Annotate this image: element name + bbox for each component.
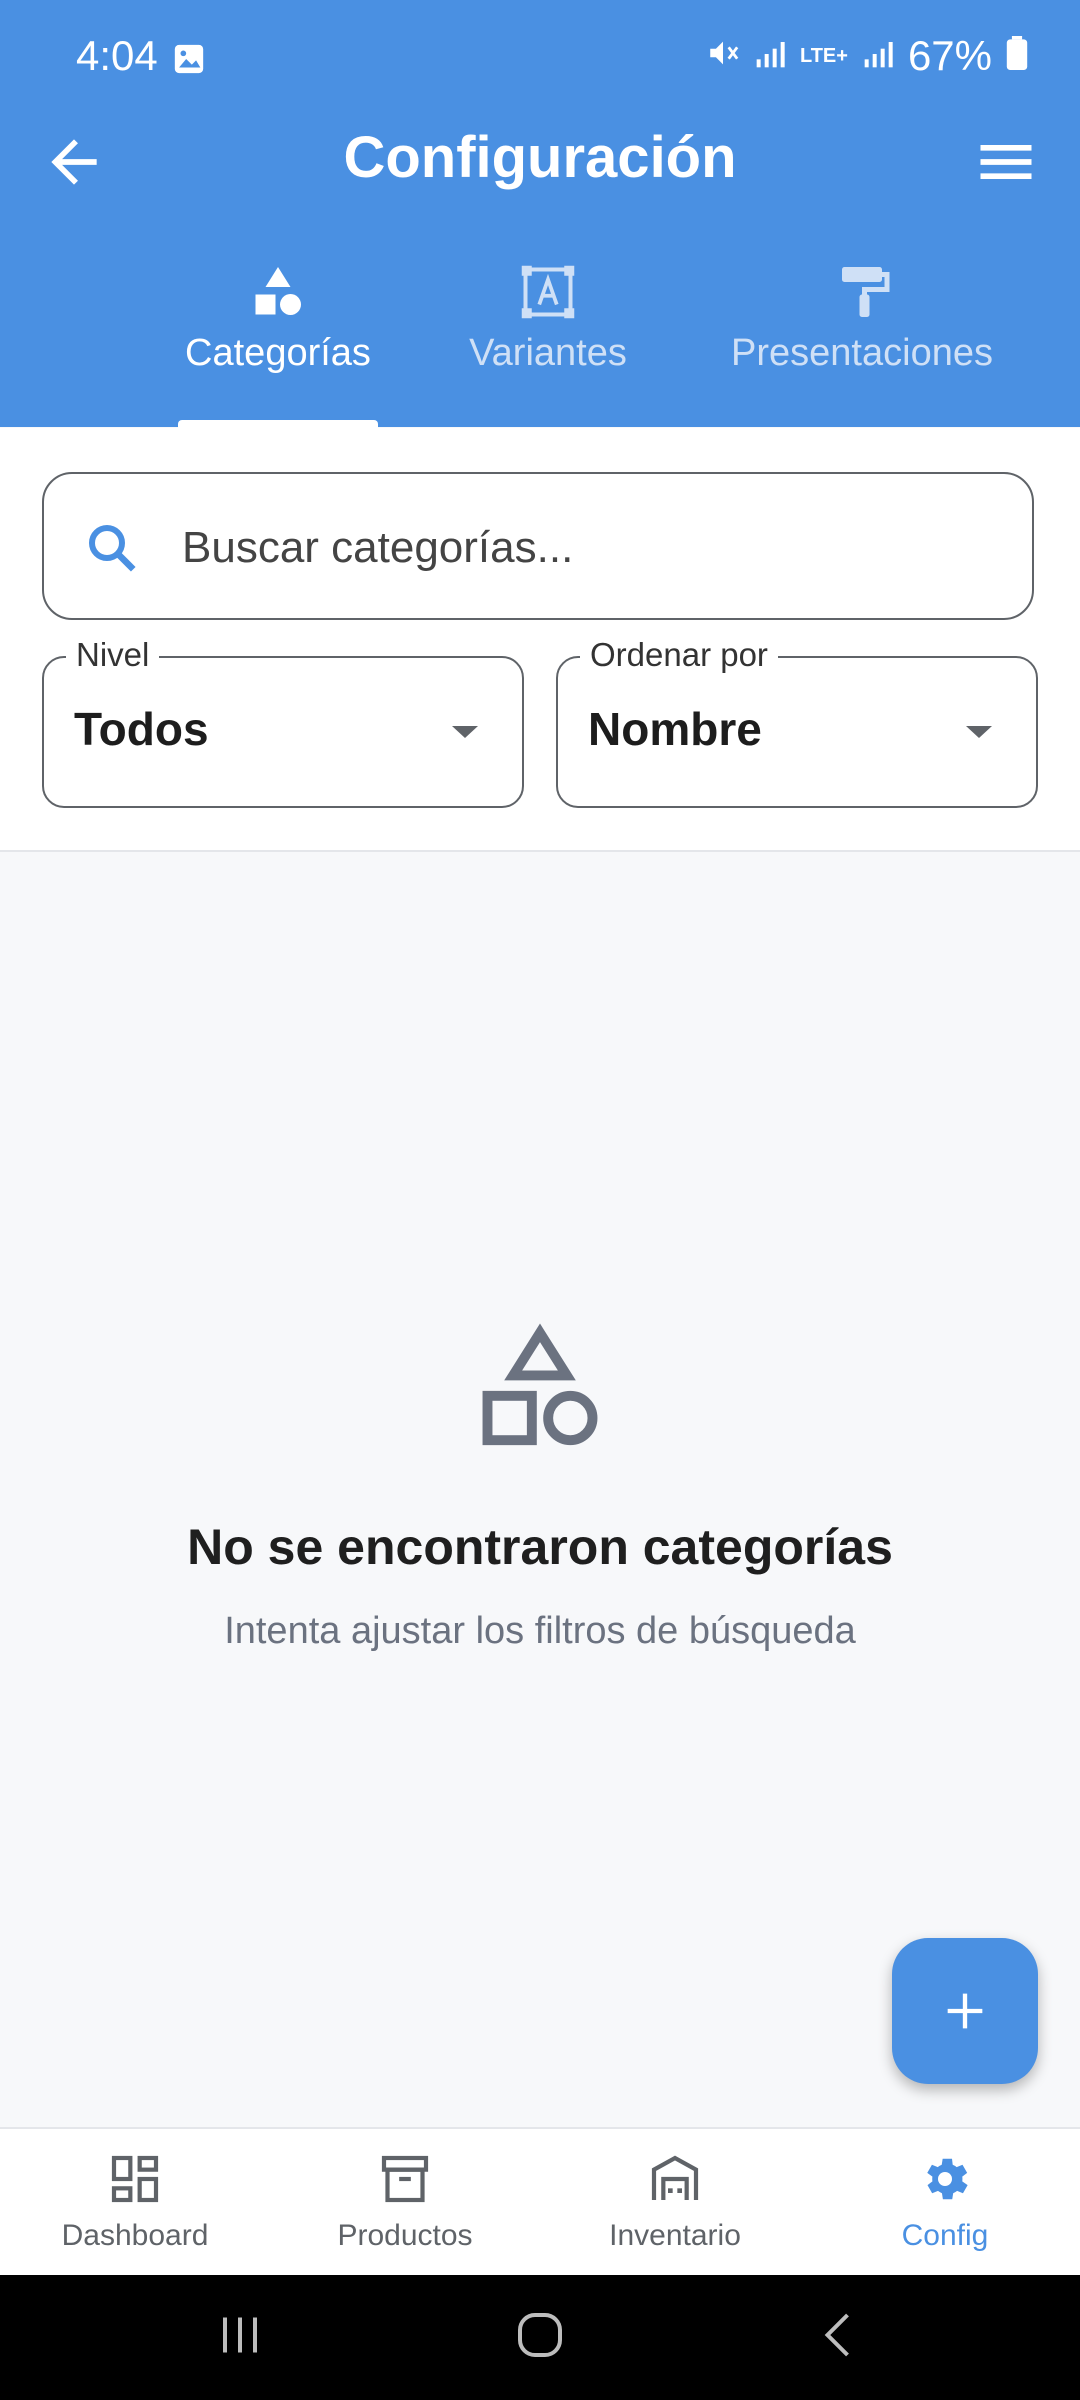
signal-icon-2: [862, 32, 894, 80]
plus-icon: [947, 1993, 983, 2029]
level-dropdown-value: Todos: [74, 703, 209, 755]
caret-down-icon: [966, 726, 992, 738]
status-time: 4:04: [76, 32, 158, 79]
gear-icon: [927, 2158, 968, 2200]
search-icon: [89, 525, 136, 572]
nav-label: Productos: [337, 2219, 473, 2252]
shapes-icon: [255, 267, 301, 315]
nav-label: Inventario: [609, 2219, 741, 2252]
signal-icon: [754, 32, 786, 80]
paint-roller-icon: [842, 267, 890, 317]
text-box-icon: [521, 265, 575, 319]
battery-level: 67%: [907, 32, 992, 79]
mute-icon: [706, 32, 740, 80]
recents-button[interactable]: [210, 2305, 270, 2370]
tab-label: Presentaciones: [731, 332, 993, 374]
tab-variantes[interactable]: Variantes: [448, 262, 648, 427]
nav-item-dashboard[interactable]: Dashboard: [0, 2129, 270, 2277]
nav-item-inventario[interactable]: Inventario: [540, 2129, 810, 2277]
battery-icon: [1006, 32, 1028, 80]
sort-dropdown-label: Ordenar por: [580, 636, 778, 674]
warehouse-icon: [651, 2155, 699, 2200]
nav-label: Dashboard: [61, 2219, 209, 2252]
sort-dropdown[interactable]: Ordenar por Nombre: [556, 636, 1038, 808]
filter-panel: Nivel Todos Ordenar por Nombre: [0, 428, 1080, 852]
caret-down-icon: [452, 726, 478, 738]
active-tab-indicator: [178, 420, 378, 428]
empty-state-subtitle: Intenta ajustar los filtros de búsqueda: [224, 1610, 856, 1652]
tab-label: Variantes: [469, 332, 627, 374]
status-icons: LTE+ 67%: [706, 32, 1028, 80]
tab-label: Categorías: [185, 332, 371, 374]
page-title: Configuración: [343, 125, 737, 190]
tab-presentaciones[interactable]: Presentaciones: [712, 262, 1012, 427]
home-icon: [518, 2313, 562, 2357]
nav-item-productos[interactable]: Productos: [270, 2129, 540, 2277]
tab-categorias[interactable]: Categorías: [168, 262, 388, 427]
search-input[interactable]: [180, 502, 1004, 594]
dashboard-icon: [111, 2155, 159, 2203]
hamburger-menu-icon: [980, 145, 1032, 179]
empty-state-title: No se encontraron categorías: [187, 1519, 893, 1575]
menu-button[interactable]: [972, 128, 1040, 196]
network-type: LTE+: [799, 45, 848, 67]
status-bar: 4:04 LTE+ 67%: [0, 0, 1080, 120]
chevron-left-icon: [824, 2313, 849, 2357]
level-dropdown[interactable]: Nivel Todos: [42, 636, 524, 808]
app-header: 4:04 LTE+ 67% Configuración Categorías V…: [0, 0, 1080, 428]
sort-dropdown-value: Nombre: [588, 703, 762, 755]
search-box[interactable]: [42, 472, 1034, 620]
recents-icon: [223, 2317, 257, 2353]
nav-label: Config: [901, 2219, 989, 2252]
level-dropdown-label: Nivel: [66, 636, 160, 674]
archive-box-icon: [381, 2155, 429, 2203]
empty-state: No se encontraron categorías Intenta aju…: [0, 1320, 1080, 1653]
home-button[interactable]: [510, 2305, 570, 2370]
add-category-button[interactable]: [892, 1938, 1038, 2084]
system-back-button[interactable]: [810, 2305, 870, 2370]
image-notification-icon: [172, 42, 206, 81]
shapes-icon: [482, 1323, 598, 1446]
bottom-navigation: Dashboard Productos Inventario Config: [0, 2127, 1080, 2277]
system-navigation-bar: [0, 2275, 1080, 2400]
nav-item-config[interactable]: Config: [810, 2129, 1080, 2277]
